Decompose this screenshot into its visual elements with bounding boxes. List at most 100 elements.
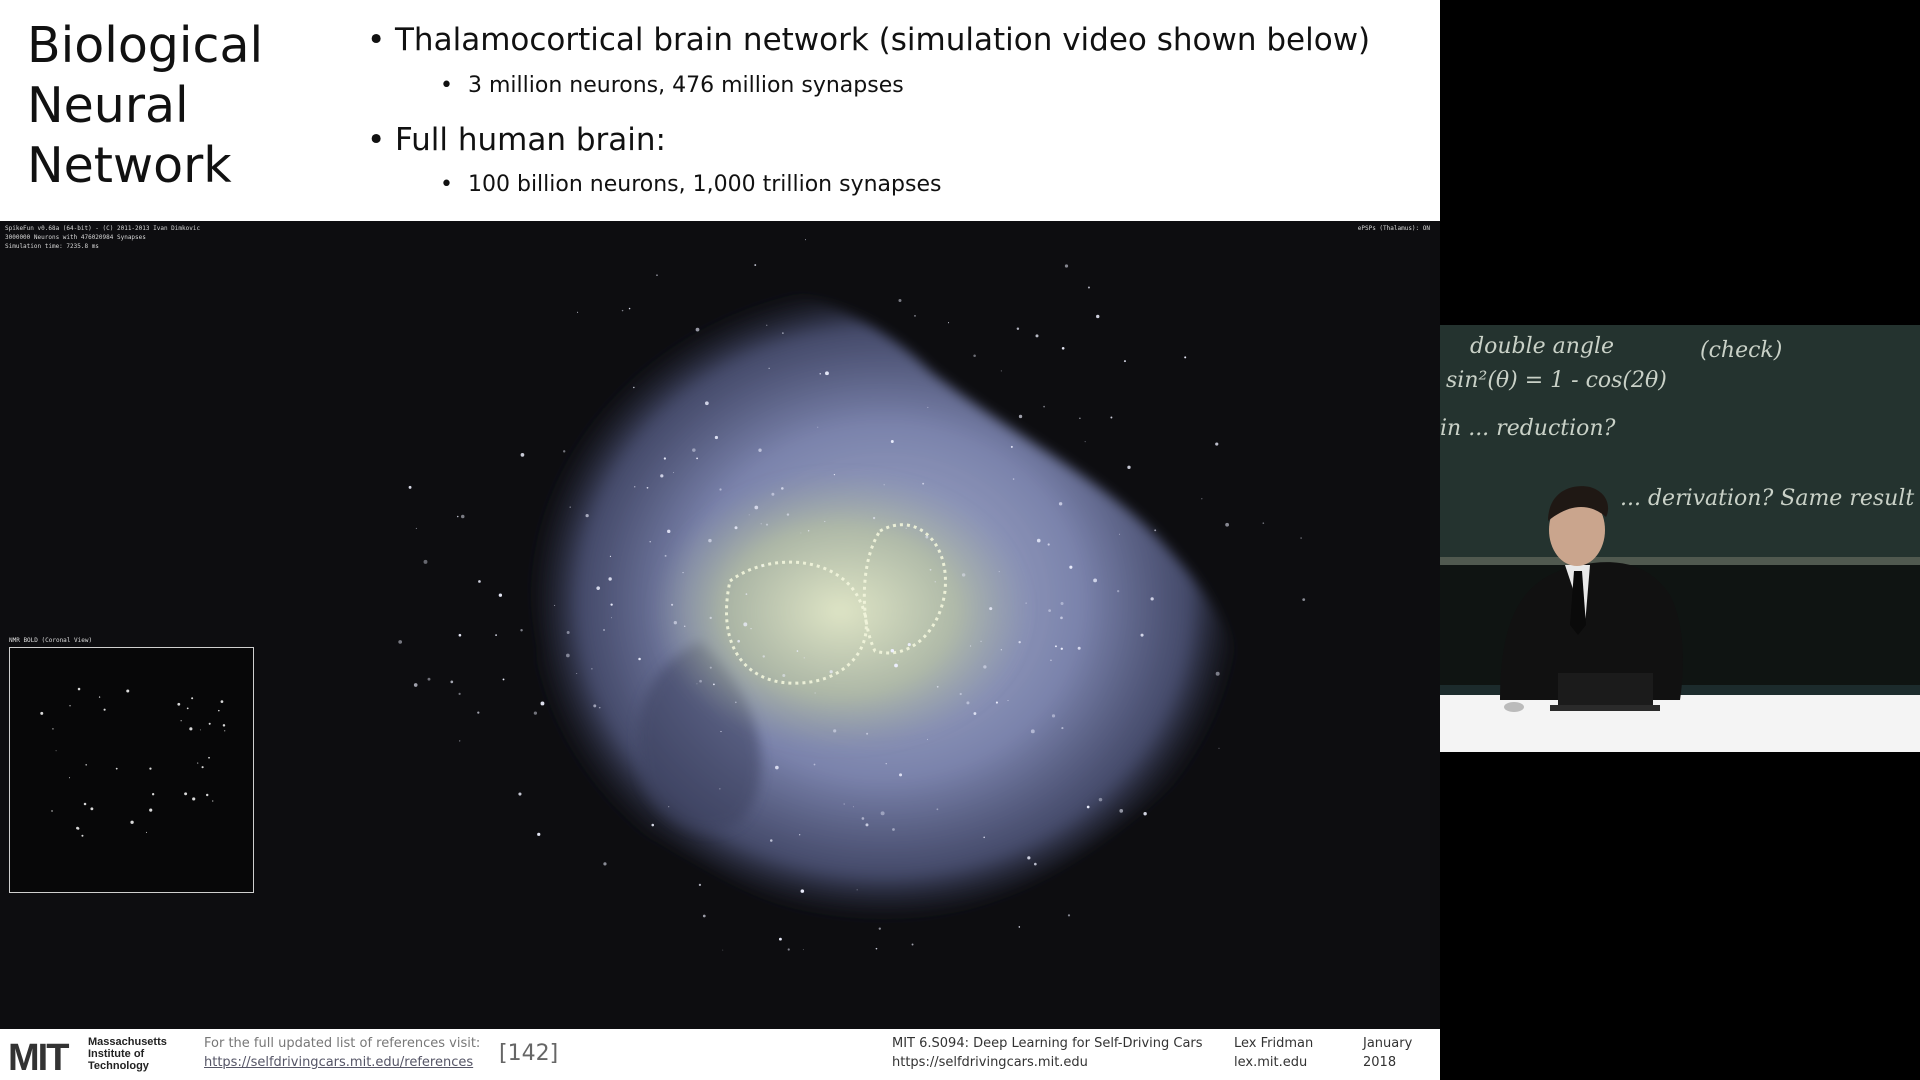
neuron-spark <box>983 665 987 669</box>
brain-core <box>650 471 1030 751</box>
chalk-tray <box>1440 557 1920 565</box>
neuron-spark <box>696 683 698 685</box>
minimap-spark <box>98 696 101 698</box>
minimap-spark <box>186 707 189 710</box>
minimap-spark <box>220 700 224 704</box>
neuron-spark <box>603 628 606 631</box>
neuron-spark <box>683 625 686 628</box>
references-link[interactable]: https://selfdrivingcars.mit.edu/referenc… <box>204 1055 473 1070</box>
neuron-spark <box>1225 522 1230 527</box>
sub-bullet-item: • 3 million neurons, 476 million synapses <box>440 73 904 98</box>
neuron-spark <box>966 701 970 705</box>
minimap-spark <box>149 767 152 770</box>
neuron-spark <box>540 701 545 706</box>
neuron-spark <box>1098 797 1103 802</box>
neuron-spark <box>980 640 982 642</box>
laptop <box>1558 673 1653 705</box>
neuron-spark <box>802 949 804 951</box>
neuron-spark <box>925 535 929 539</box>
author-url[interactable]: lex.mit.edu <box>1234 1055 1307 1070</box>
neuron-spark <box>969 645 972 647</box>
neuron-spark <box>518 792 522 796</box>
neuron-spark <box>800 532 802 534</box>
neuron-spark <box>927 406 929 408</box>
neuron-spark <box>1140 633 1144 637</box>
neuron-spark <box>1218 747 1220 749</box>
bullet-text: Thalamocortical brain network (simulatio… <box>395 22 1371 58</box>
neuron-spark <box>927 738 928 740</box>
neuron-spark <box>456 515 459 518</box>
neuron-spark <box>598 706 601 709</box>
neuron-spark <box>458 633 462 637</box>
neuron-spark <box>914 315 916 317</box>
neuron-spark <box>936 808 939 811</box>
neuron-spark <box>898 298 902 302</box>
simulation-video[interactable]: SpikeFun v0.68a (64-bit) - (C) 2011-2013… <box>0 221 1440 1029</box>
neuron-spark <box>553 604 556 607</box>
neuron-spark <box>566 653 570 658</box>
minimap-label: NMR BOLD (Coronal View) <box>9 637 93 644</box>
neuron-spark <box>708 538 712 543</box>
neuron-spark <box>799 834 801 836</box>
minimap-spark <box>69 705 71 707</box>
mit-logo: MIT <box>8 1037 69 1079</box>
neuron-spark <box>1012 478 1015 480</box>
neuron-spark <box>765 523 769 526</box>
neuron-spark <box>591 668 593 670</box>
neuron-spark <box>824 520 826 523</box>
neuron-spark <box>894 663 898 668</box>
neuron-spark <box>782 674 786 677</box>
neuron-spark <box>1150 597 1154 601</box>
neuron-spark <box>502 678 505 681</box>
neuron-spark <box>1061 346 1065 350</box>
neuron-spark <box>852 806 854 808</box>
neuron-spark <box>1018 926 1021 928</box>
neuron-spark <box>1047 543 1050 546</box>
neuron-spark <box>663 457 667 460</box>
institute-line: Massachusetts <box>88 1036 167 1048</box>
neuron-spark <box>1127 465 1131 469</box>
neuron-spark <box>787 948 790 951</box>
neuron-spark <box>696 457 698 460</box>
minimap-spark <box>145 831 148 833</box>
neuron-spark <box>805 239 807 241</box>
neuron-spark <box>1201 498 1203 500</box>
minimap-spark <box>189 727 193 731</box>
neuron-spark <box>673 621 677 625</box>
course-url[interactable]: https://selfdrivingcars.mit.edu <box>892 1055 1088 1070</box>
neuron-spark <box>934 581 936 583</box>
neuron-spark <box>569 506 571 508</box>
neuron-spark <box>1064 264 1069 268</box>
neuron-spark <box>983 836 985 839</box>
neuron-spark <box>722 949 724 951</box>
neuron-spark <box>461 514 465 519</box>
neuron-spark <box>1084 441 1086 443</box>
minimap-spark <box>126 689 130 693</box>
neuron-spark <box>664 554 667 557</box>
neuron-spark <box>800 889 805 893</box>
neuron-spark <box>1110 416 1113 419</box>
neuron-spark <box>608 577 612 581</box>
minimap-spark <box>52 728 54 730</box>
neuron-spark <box>495 634 497 636</box>
neuron-spark <box>758 448 762 452</box>
neuron-spark <box>459 740 461 742</box>
neuron-spark <box>668 806 670 808</box>
neuron-spark <box>885 762 887 765</box>
neuron-spark <box>803 657 805 659</box>
neuron-spark <box>656 274 658 276</box>
neuron-spark <box>520 453 525 457</box>
neuron-spark <box>989 607 993 611</box>
neuron-spark <box>415 527 417 529</box>
neuron-spark <box>750 628 752 630</box>
neuron-spark <box>743 622 748 627</box>
neuron-spark <box>766 324 768 326</box>
minimap-view[interactable] <box>9 647 254 893</box>
slide-title: Biological Neural Network <box>27 16 347 196</box>
neuron-spark <box>651 823 655 827</box>
neuron-spark <box>1302 598 1306 602</box>
slide: Biological Neural Network • Thalamocortic… <box>0 0 1440 1080</box>
minimap-spark <box>83 802 87 806</box>
minimap-spark <box>68 777 71 779</box>
neuron-spark <box>922 482 925 485</box>
